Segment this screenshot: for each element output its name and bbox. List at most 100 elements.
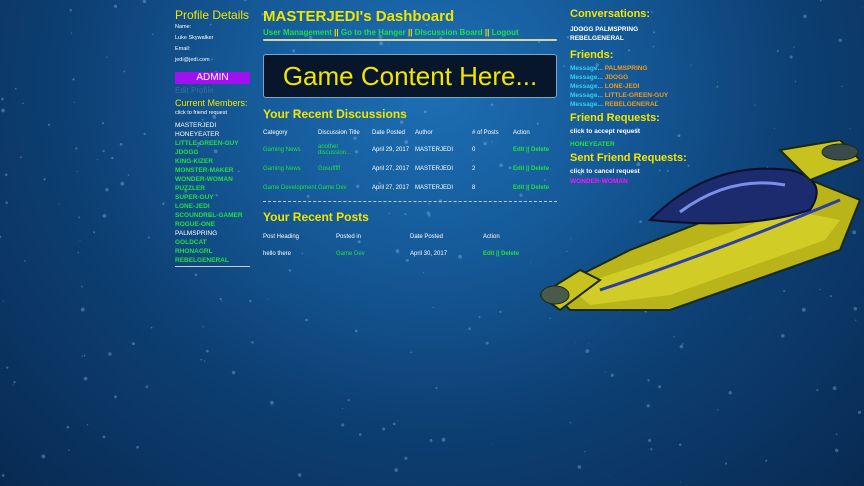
delete-link[interactable]: Delete: [531, 147, 549, 153]
friend-requests-list: HONEYEATER: [570, 140, 710, 149]
conversation-item[interactable]: JDOGG PALMSPRING: [570, 25, 710, 34]
col-post-action: Action: [483, 234, 500, 240]
recent-discussions-title: Your Recent Discussions: [263, 107, 407, 121]
social-sidebar: Conversations: JDOGG PALMSPRING REBELGENE…: [570, 8, 710, 186]
member-item[interactable]: KING-KIZER: [175, 157, 255, 166]
friend-request-item[interactable]: HONEYEATER: [570, 140, 710, 149]
discussion-author: MASTERJEDI: [415, 165, 454, 172]
col-post-date: Date Posted: [410, 234, 444, 240]
member-item[interactable]: SCOUNDREL-GAMER: [175, 211, 255, 220]
member-item[interactable]: ROGUE-ONE: [175, 220, 255, 229]
discussion-title[interactable]: another discussion...: [318, 140, 372, 159]
discussion-posts: 8: [472, 184, 476, 191]
friend-name[interactable]: REBELGENERAL: [605, 101, 659, 108]
discussion-row: Gaming News another discussion... April 29…: [263, 140, 557, 159]
message-link[interactable]: Message...: [570, 83, 603, 90]
conversations-title: Conversations:: [570, 8, 651, 20]
email-label: Email:: [175, 46, 191, 52]
sent-requests-list: WONDER-WOMAN: [570, 177, 710, 186]
discussion-title[interactable]: Game Dev: [318, 178, 372, 197]
discussion-actions: Edit || Delete: [513, 178, 557, 197]
sent-hint: click to cancel request: [570, 168, 640, 175]
member-item[interactable]: REBELGENERAL: [175, 256, 255, 265]
requests-hint: click to accept request: [570, 128, 641, 135]
discussions-header-row: Category Discussion Title Date Posted Au…: [263, 126, 557, 140]
profile-sidebar: Profile Details Name: Luke Skywalker Ema…: [175, 8, 255, 267]
discussion-category[interactable]: Gaming News: [263, 140, 318, 159]
post-actions: Edit || Delete: [483, 244, 557, 263]
game-content-panel[interactable]: Game Content Here...: [263, 54, 557, 98]
discussion-posts: 0: [472, 146, 476, 153]
name-value: Luke Skywalker: [175, 35, 214, 41]
message-link[interactable]: Message...: [570, 74, 603, 81]
dashboard-title: MASTERJEDI's Dashboard: [263, 8, 455, 25]
edit-link[interactable]: Edit: [513, 166, 524, 172]
members-list: MASTERJEDI HONEYEATER LITTLE-GREEN-GUY JDOG…: [175, 121, 255, 265]
nav-divider: [263, 39, 557, 41]
discussion-category[interactable]: Gaming News: [263, 159, 318, 178]
discussion-row: Game Development Game Dev April 27, 2017 MA…: [263, 178, 557, 197]
discussion-posts: 2: [472, 165, 476, 172]
edit-profile-link[interactable]: Edit Profile: [175, 86, 255, 95]
top-nav: User Management || Go to the Hanger || D…: [263, 28, 558, 37]
sent-requests-title: Sent Friend Requests:: [570, 152, 687, 164]
message-link[interactable]: Message...: [570, 92, 603, 99]
member-item[interactable]: WONDER-WOMAN: [175, 175, 255, 184]
edit-link[interactable]: Edit: [513, 185, 524, 191]
delete-link[interactable]: Delete: [531, 185, 549, 191]
nav-discussion-board[interactable]: Discussion Board: [415, 28, 483, 37]
nav-go-to-hanger[interactable]: Go to the Hanger: [341, 28, 406, 37]
member-item[interactable]: GOLDCAT: [175, 238, 255, 247]
col-date-posted: Date Posted: [372, 130, 406, 136]
dashboard-main: MASTERJEDI's Dashboard User Management |…: [263, 8, 558, 257]
discussion-category[interactable]: Game Development: [263, 178, 318, 197]
conversation-item[interactable]: REBELGENERAL: [570, 34, 710, 43]
col-num-posts: # of Posts: [472, 130, 499, 136]
delete-link[interactable]: Delete: [531, 166, 549, 172]
members-hint: click to friend request: [175, 110, 227, 116]
discussion-date: April 27, 2017: [372, 184, 410, 191]
post-row: hello there Game Dev April 30, 2017 Edit ||…: [263, 244, 557, 263]
posts-header-row: Post Heading Posted in Date Posted Actio…: [263, 230, 557, 244]
discussion-title[interactable]: Gosufffff: [318, 159, 372, 178]
message-link[interactable]: Message...: [570, 65, 603, 72]
current-members-title: Current Members:: [175, 98, 248, 108]
discussion-date: April 27, 2017: [372, 165, 410, 172]
nav-user-management[interactable]: User Management: [263, 28, 332, 37]
post-posted-in[interactable]: Game Dev: [336, 244, 410, 263]
member-item[interactable]: HONEYEATER: [175, 130, 255, 139]
message-link[interactable]: Message...: [570, 101, 603, 108]
discussion-row: Gaming News Gosufffff April 27, 2017 MASTER…: [263, 159, 557, 178]
member-item[interactable]: PUZZLER: [175, 184, 255, 193]
member-item[interactable]: LONE-JEDI: [175, 202, 255, 211]
edit-link[interactable]: Edit: [513, 147, 524, 153]
discussion-actions: Edit || Delete: [513, 159, 557, 178]
friend-name[interactable]: PALMSPRING: [605, 65, 648, 72]
friend-name[interactable]: LONE-JEDI: [605, 83, 640, 90]
member-item[interactable]: LITTLE-GREEN-GUY: [175, 139, 255, 148]
member-item[interactable]: RHONAGRL: [175, 247, 255, 256]
col-posted-in: Posted in: [336, 234, 362, 240]
nav-separator: ||: [331, 28, 341, 37]
name-label: Name:: [175, 24, 192, 30]
discussions-divider: [263, 201, 557, 203]
member-item[interactable]: PALMSPRING: [175, 229, 255, 238]
edit-link[interactable]: Edit: [483, 251, 494, 257]
friend-row: Message... PALMSPRING: [570, 64, 710, 73]
profile-details-title: Profile Details: [175, 8, 250, 22]
nav-logout[interactable]: Logout: [492, 28, 519, 37]
member-item[interactable]: MONSTER-MAKER: [175, 166, 255, 175]
admin-button[interactable]: ADMIN: [175, 72, 250, 84]
friend-name[interactable]: JDOGG: [605, 74, 628, 81]
col-category: Category: [263, 130, 288, 136]
member-item[interactable]: SUPER-GUY: [175, 193, 255, 202]
member-item[interactable]: MASTERJEDI: [175, 121, 255, 130]
nav-separator: ||: [405, 28, 415, 37]
discussions-table: Category Discussion Title Date Posted Au…: [263, 126, 557, 197]
member-item[interactable]: JDOGG: [175, 148, 255, 157]
conversations-list: JDOGG PALMSPRING REBELGENERAL: [570, 25, 710, 43]
friend-row: Message... REBELGENERAL: [570, 100, 710, 109]
sent-request-item[interactable]: WONDER-WOMAN: [570, 177, 710, 186]
friend-name[interactable]: LITTLE-GREEN-GUY: [605, 92, 669, 99]
delete-link[interactable]: Delete: [501, 251, 519, 257]
